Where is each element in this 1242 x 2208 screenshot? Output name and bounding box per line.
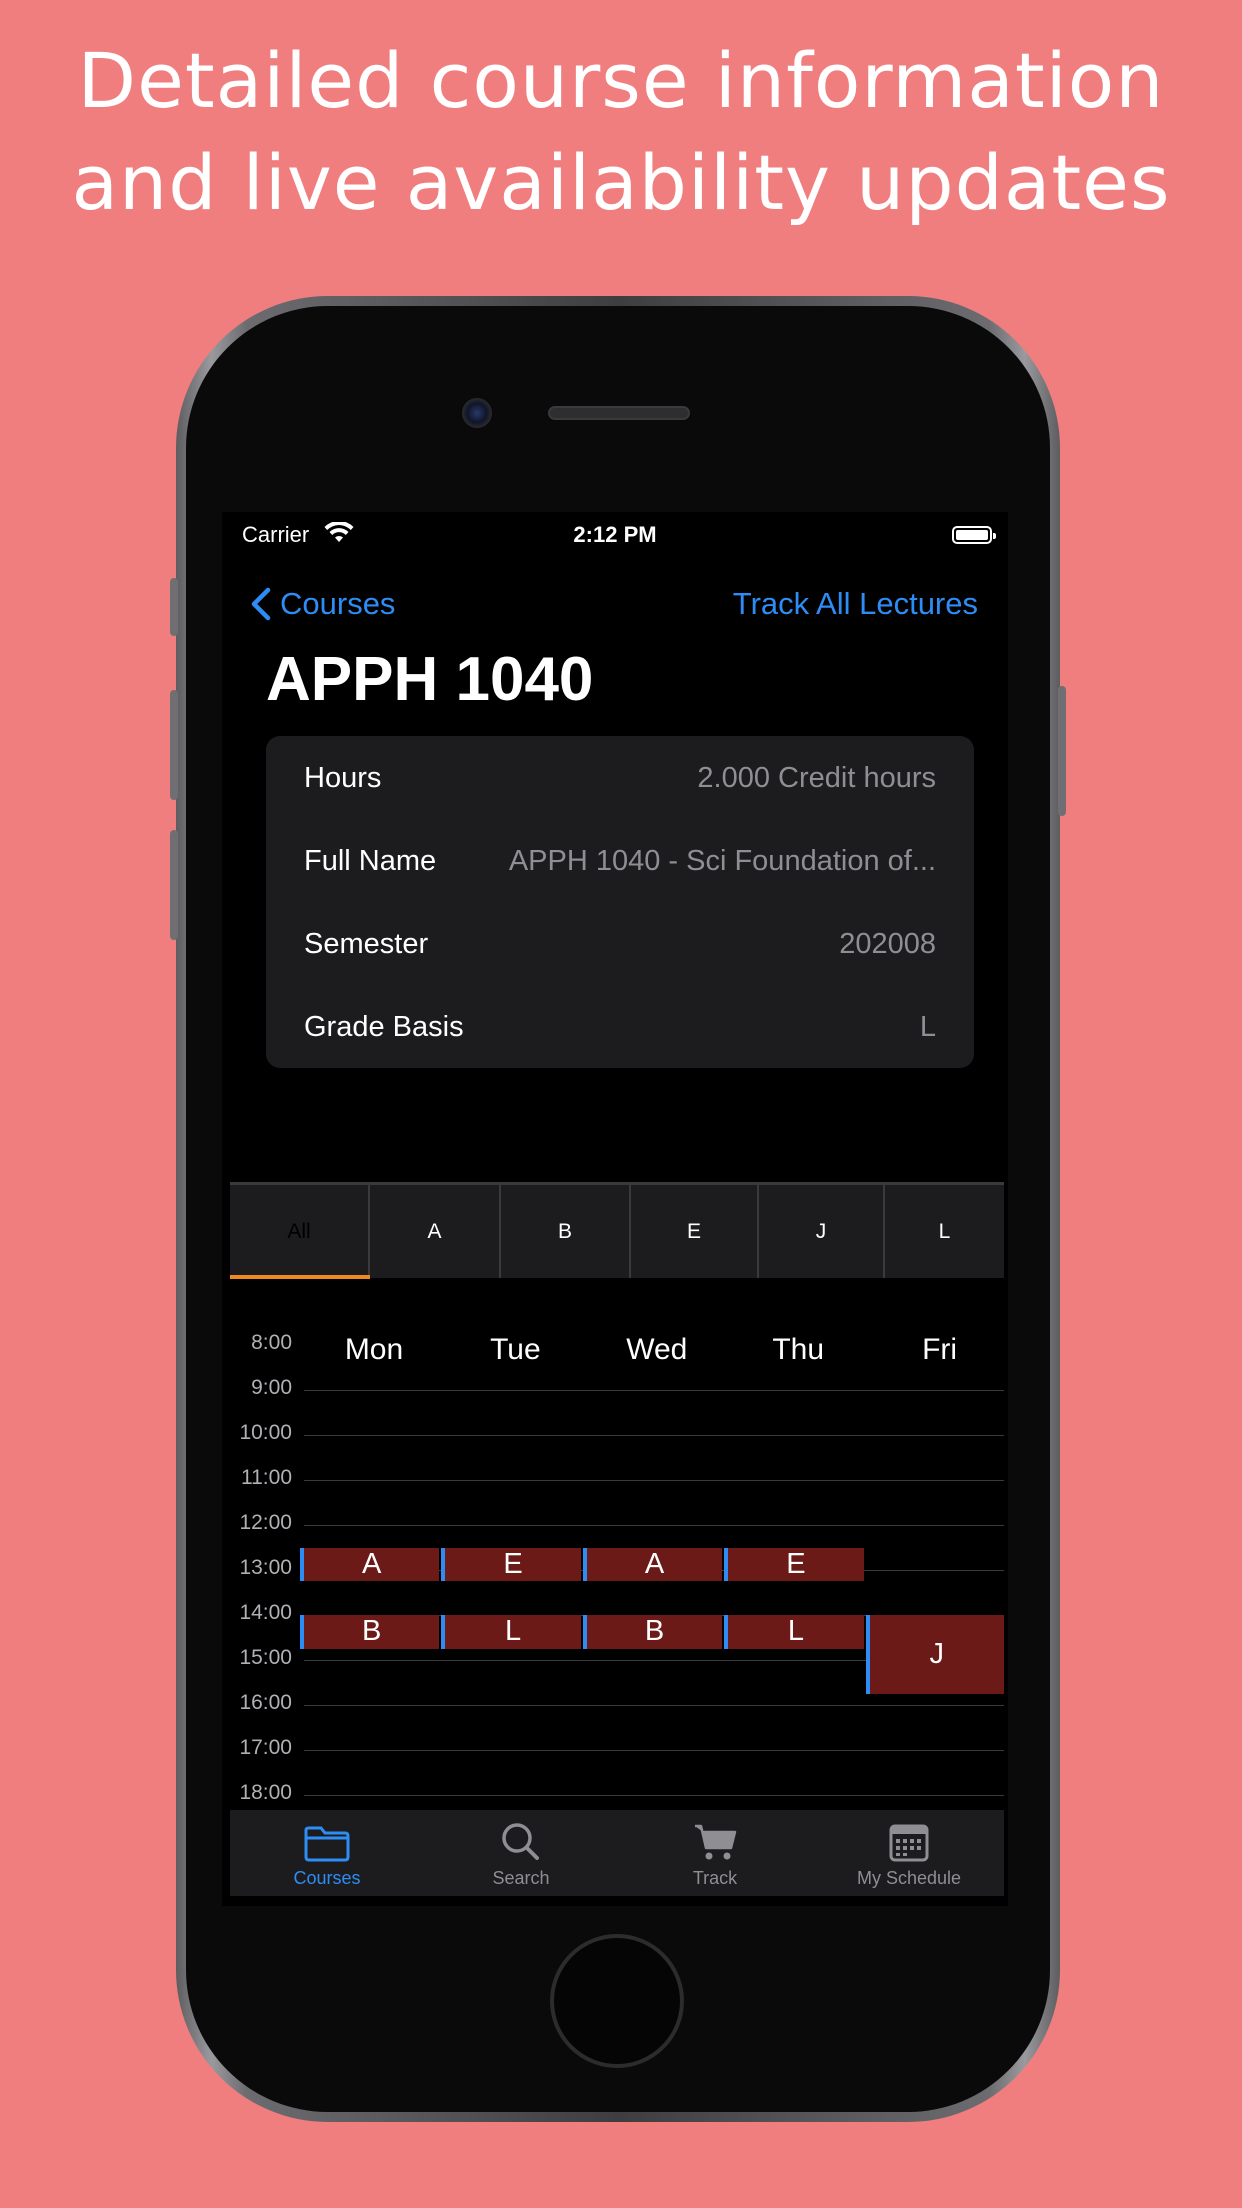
power-button	[1058, 686, 1066, 816]
volume-up-button	[170, 690, 178, 800]
hour-gridline	[304, 1750, 1004, 1751]
app-screen: Carrier 2:12 PM Courses Track All Lectur…	[222, 512, 1008, 1906]
mute-switch	[170, 578, 178, 636]
headline-line-1: Detailed course information	[77, 36, 1165, 125]
hour-label: 10:00	[239, 1421, 292, 1444]
tab-bar-label: My Schedule	[856, 1868, 962, 1888]
hour-label: 14:00	[239, 1601, 292, 1624]
home-button[interactable]	[550, 1934, 684, 2068]
schedule-block-b[interactable]: B	[300, 1615, 440, 1649]
earpiece-speaker	[548, 406, 690, 420]
schedule-block-e[interactable]: E	[441, 1547, 581, 1582]
front-camera	[462, 398, 492, 428]
day-header: Mon	[344, 1333, 404, 1366]
hour-label: 18:00	[239, 1781, 292, 1804]
hour-label: 9:00	[251, 1376, 292, 1399]
day-header: Tue	[490, 1333, 541, 1366]
headline-line-2: and live availability updates	[71, 138, 1171, 227]
day-header: Thu	[772, 1333, 825, 1366]
hour-label: 12:00	[239, 1511, 292, 1534]
hour-gridline	[304, 1795, 1004, 1796]
hour-gridline	[304, 1390, 1004, 1391]
day-header: Fri	[922, 1333, 958, 1366]
tab-bar-item-track[interactable]: Track	[618, 1810, 812, 1896]
hour-gridline	[304, 1525, 1004, 1526]
schedule-block-a[interactable]: A	[582, 1547, 723, 1582]
hour-label: 13:00	[239, 1556, 292, 1579]
schedule-block-a[interactable]: A	[300, 1547, 440, 1582]
search-icon	[502, 1823, 539, 1860]
cart-icon	[695, 1824, 737, 1860]
hour-gridline	[304, 1705, 1004, 1706]
schedule-block-j[interactable]: J	[865, 1615, 1004, 1694]
volume-down-button	[170, 830, 178, 940]
schedule-block-b[interactable]: B	[582, 1615, 723, 1649]
hour-gridline	[304, 1435, 1004, 1436]
hour-label: 8:00	[251, 1331, 292, 1354]
tab-bar-label: Track	[692, 1868, 738, 1888]
schedule-block-e[interactable]: E	[724, 1547, 864, 1582]
tab-bar-item-my-schedule[interactable]: My Schedule	[812, 1810, 1006, 1896]
schedule-block-l[interactable]: L	[724, 1615, 864, 1649]
hour-label: 17:00	[239, 1736, 292, 1759]
tab-bar-label: Courses	[293, 1868, 361, 1888]
calendar-icon	[889, 1824, 929, 1862]
tab-bar-item-search[interactable]: Search	[424, 1810, 618, 1896]
folder-icon	[304, 1826, 350, 1862]
day-header: Wed	[626, 1333, 688, 1366]
hour-gridline	[304, 1480, 1004, 1481]
hour-label: 11:00	[241, 1466, 292, 1489]
weekly-schedule: 8:00 9:00 10:00 11:00 12:00 13:00 14:00 15:00 16…	[222, 512, 1008, 1906]
hour-label: 16:00	[239, 1691, 292, 1714]
schedule-block-l[interactable]: L	[441, 1615, 581, 1649]
tab-bar-item-courses[interactable]: Courses	[230, 1810, 424, 1896]
tab-bar-label: Search	[492, 1868, 550, 1888]
hour-label: 15:00	[239, 1646, 292, 1669]
headline: Detailed course information and live ava…	[0, 30, 1242, 234]
tab-bar: Courses Search Track My Schedule	[230, 1810, 1004, 1896]
